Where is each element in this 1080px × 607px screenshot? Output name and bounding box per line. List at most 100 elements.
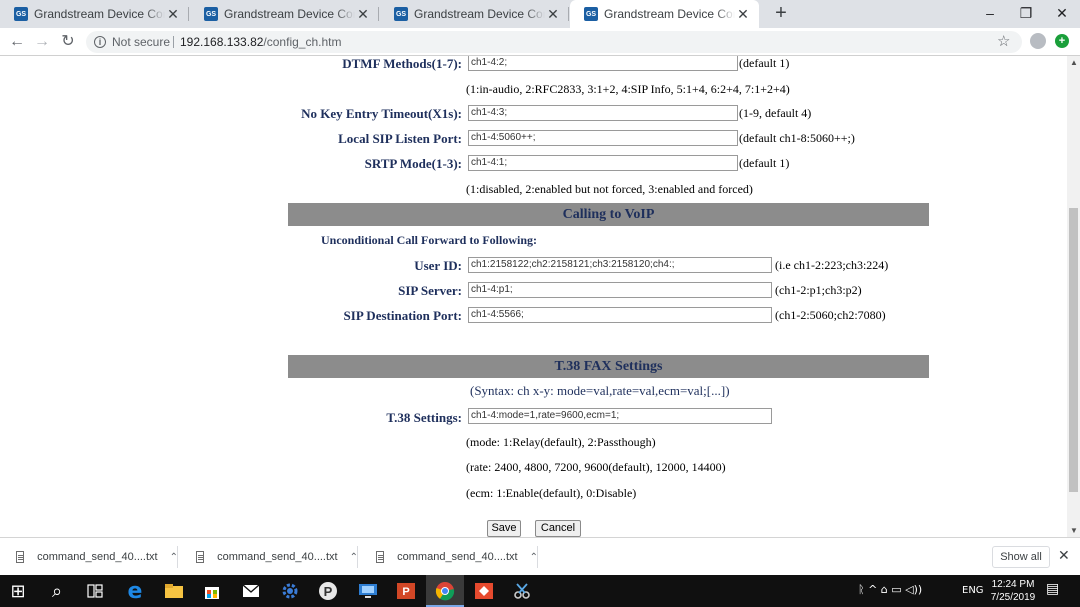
grandstream-favicon-icon: GS [584,7,598,21]
srtp-mode-note: (1:disabled, 2:enabled but not forced, 3… [466,182,753,196]
svg-text:P: P [324,584,333,599]
edge-browser-icon[interactable]: e [123,579,147,604]
browser-tab-2[interactable]: GS Grandstream Device Configuration ✕ [190,0,379,28]
p-app-icon[interactable]: P [316,579,340,603]
local-sip-port-input[interactable]: ch1-4:5060++; [468,130,738,146]
tab-title: Grandstream Device Configuration [604,7,735,21]
system-tray-icons[interactable]: ᚱ ^ ⌂ ▭ ◁)) [858,583,922,596]
scroll-down-arrow-icon[interactable]: ▼ [1070,526,1078,535]
dtmf-methods-label: DTMF Methods(1-7): [342,56,462,71]
show-all-downloads-button[interactable]: Show all [992,546,1050,568]
downloads-shelf: command_send_40....txt ⌃ command_send_40… [0,537,1080,575]
gear-app-icon[interactable] [278,579,302,603]
download-item[interactable]: command_send_40....txt ⌃ [360,538,538,576]
bookmark-star-icon[interactable]: ☆ [997,32,1010,50]
t38-ecm-note: (ecm: 1:Enable(default), 0:Disable) [466,486,637,500]
search-icon[interactable]: ⌕ [45,579,69,603]
reload-icon[interactable]: ↻ [57,31,79,53]
t38-rate-note: (rate: 2400, 4800, 7200, 9600(default), … [466,460,726,474]
mail-icon[interactable] [239,579,263,603]
scroll-up-arrow-icon[interactable]: ▲ [1070,58,1078,67]
url-divider [173,36,174,48]
calling-to-voip-header: Calling to VoIP [288,203,929,226]
sip-server-label: SIP Server: [398,283,462,298]
download-item[interactable]: command_send_40....txt ⌃ [0,538,178,576]
window-close-button[interactable]: ✕ [1046,2,1078,24]
back-arrow-icon[interactable]: ← [6,31,28,53]
language-indicator[interactable]: ENG [962,585,984,596]
user-id-input[interactable]: ch1:2158122;ch2:2158121;ch3:2158120;ch4:… [468,257,772,273]
url-text[interactable]: 192.168.133.82/config_ch.htm [180,35,341,49]
tab-separator [568,7,569,21]
browser-tab-3[interactable]: GS Grandstream Device Configuration ✕ [380,0,569,28]
cancel-button[interactable]: Cancel [535,520,581,537]
address-bar[interactable]: i Not secure 192.168.133.82/config_ch.ht… [86,31,1022,53]
page-viewport: DTMF Methods(1-7): ch1-4:2; (default 1) … [0,56,1067,537]
browser-toolbar: ← → ↻ i Not secure 192.168.133.82/config… [0,28,1080,56]
sip-destination-port-hint: (ch1-2:5060;ch2:7080) [775,308,886,322]
new-tab-button[interactable]: + [770,3,792,25]
save-button[interactable]: Save [487,520,521,537]
snipping-tool-icon[interactable] [510,579,534,603]
anydesk-icon[interactable] [472,579,496,603]
info-icon[interactable]: i [94,36,106,48]
sip-destination-port-label: SIP Destination Port: [343,308,462,323]
text-file-icon [196,551,205,563]
text-file-icon [376,551,385,563]
minimize-button[interactable]: – [974,2,1006,24]
no-key-timeout-input[interactable]: ch1-4:3; [468,105,738,121]
sip-server-input[interactable]: ch1-4:p1; [468,282,772,298]
security-label: Not secure [112,35,171,49]
store-bag-icon[interactable] [200,579,224,603]
clock-date: 7/25/2019 [990,592,1036,603]
download-item[interactable]: command_send_40....txt ⌃ [180,538,358,576]
download-filename: command_send_40....txt [397,551,518,563]
tab-separator [188,7,189,21]
tab-close-icon[interactable]: ✕ [545,6,561,23]
tab-close-icon[interactable]: ✕ [355,6,371,23]
powerpoint-icon[interactable]: P [394,579,418,603]
tab-close-icon[interactable]: ✕ [735,6,751,23]
remote-desktop-icon[interactable] [356,579,380,603]
browser-tabstrip: GS Grandstream Device Configuration ✕ GS… [0,0,1080,28]
windows-taskbar: ⊞ ⌕ e P P ᚱ ^ ⌂ ▭ ◁)) ENG 12:24 PM 7/25/… [0,575,1080,607]
extension-icon[interactable]: + [1055,34,1069,48]
chrome-icon[interactable] [433,579,457,603]
close-downloads-icon[interactable]: ✕ [1058,547,1070,564]
restore-button[interactable]: ❐ [1010,2,1042,24]
srtp-mode-label: SRTP Mode(1-3): [364,156,462,171]
download-filename: command_send_40....txt [217,551,338,563]
local-sip-port-label: Local SIP Listen Port: [338,131,462,146]
download-divider [177,546,178,568]
notifications-icon[interactable]: ▤ [1046,581,1059,597]
scrollbar-thumb[interactable] [1069,208,1078,492]
sip-destination-port-input[interactable]: ch1-4:5566; [468,307,772,323]
t38-settings-input[interactable]: ch1-4:mode=1,rate=9600,ecm=1; [468,408,772,424]
call-forward-subheading: Unconditional Call Forward to Following: [321,233,538,247]
grandstream-favicon-icon: GS [394,7,408,21]
local-sip-port-hint: (default ch1-8:5060++;) [739,131,855,145]
profile-avatar[interactable] [1030,33,1046,49]
page-scrollbar[interactable]: ▲ ▼ [1067,56,1080,537]
tab-title: Grandstream Device Configuration [224,7,355,21]
dtmf-methods-input[interactable]: ch1-4:2; [468,56,738,71]
srtp-mode-input[interactable]: ch1-4:1; [468,155,738,171]
forward-arrow-icon[interactable]: → [31,31,53,53]
t38-fax-settings-header: T.38 FAX Settings [288,355,929,378]
tab-title: Grandstream Device Configuration [414,7,545,21]
sip-server-hint: (ch1-2:p1;ch3:p2) [775,283,862,297]
user-id-label: User ID: [414,258,462,273]
tab-separator [378,7,379,21]
dtmf-methods-hint: (default 1) [739,56,790,70]
start-windows-icon[interactable]: ⊞ [6,579,30,603]
task-view-icon[interactable] [83,579,107,603]
tab-close-icon[interactable]: ✕ [165,6,181,23]
download-divider [537,546,538,568]
download-divider [357,546,358,568]
no-key-timeout-hint: (1-9, default 4) [739,106,812,120]
browser-tab-1[interactable]: GS Grandstream Device Configuration ✕ [0,0,189,28]
file-explorer-icon[interactable] [162,579,186,603]
t38-mode-note: (mode: 1:Relay(default), 2:Passthough) [466,435,656,449]
browser-tab-4-active[interactable]: GS Grandstream Device Configuration ✕ [570,0,759,28]
clock[interactable]: 12:24 PM 7/25/2019 [984,578,1042,604]
